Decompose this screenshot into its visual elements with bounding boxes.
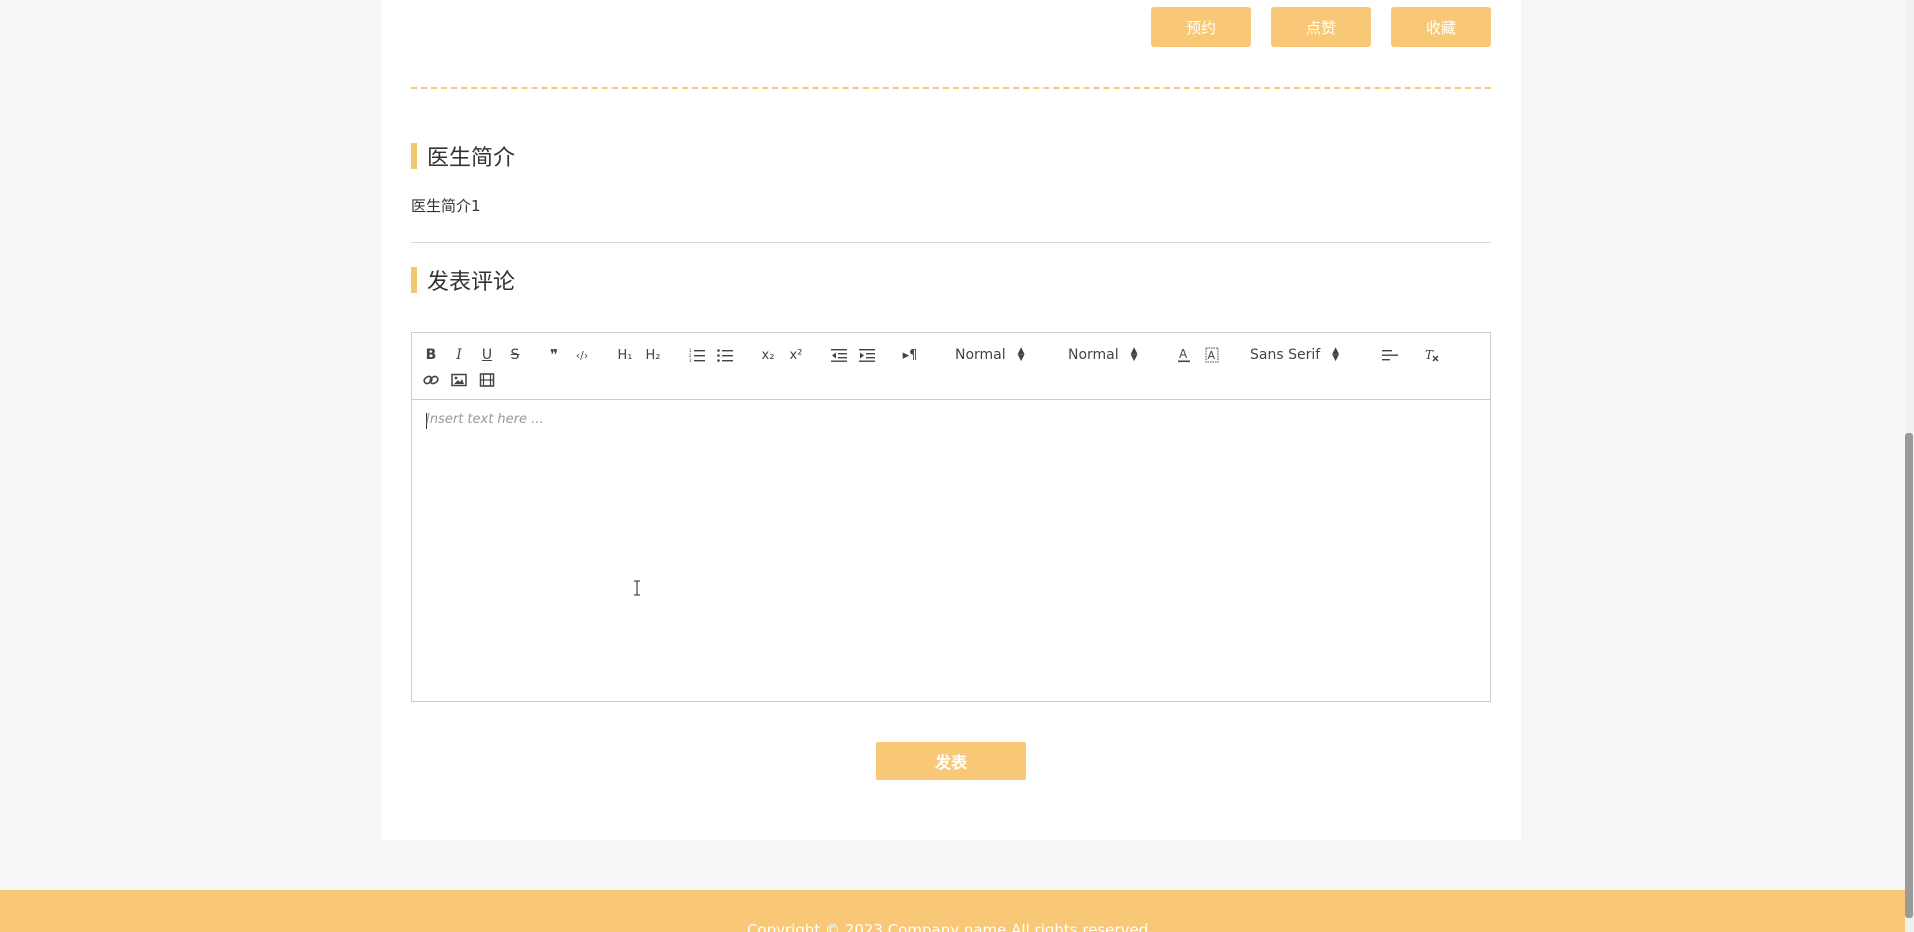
background-color-icon[interactable]: A	[1200, 344, 1224, 366]
svg-text:T: T	[1425, 348, 1434, 362]
intro-title-text: 医生简介	[427, 146, 516, 171]
select-arrows-icon: ▲ ▼	[1017, 346, 1025, 363]
dashed-divider	[411, 87, 1491, 89]
underline-button[interactable]: U	[475, 344, 499, 366]
image-icon[interactable]	[447, 369, 471, 391]
action-buttons: 预约 点赞 收藏	[1151, 7, 1491, 47]
copyright-text: Copyright © 2023 Company name All rights…	[746, 921, 1154, 932]
doctor-intro-content: 医生简介1	[411, 197, 481, 215]
subscript-button[interactable]: x₂	[756, 344, 780, 366]
section-divider	[411, 242, 1491, 243]
font-select[interactable]: Sans Serif ▲ ▼	[1250, 344, 1339, 366]
align-icon[interactable]	[1378, 344, 1402, 366]
header-select[interactable]: Normal ▲ ▼	[1068, 344, 1138, 366]
select-arrows-icon: ▲ ▼	[1332, 346, 1340, 363]
vertical-scrollbar[interactable]	[1905, 0, 1914, 932]
link-icon[interactable]	[419, 369, 443, 391]
ordered-list-icon[interactable]: 1 2 3	[685, 344, 709, 366]
svg-text:3: 3	[689, 358, 692, 362]
svg-text:A: A	[1179, 347, 1188, 361]
header-2-button[interactable]: H₂	[641, 344, 665, 366]
header-select-value: Normal	[1068, 347, 1119, 363]
scrollbar-thumb[interactable]	[1905, 433, 1913, 918]
title-accent-bar	[411, 267, 417, 293]
intro-section-title: 医生简介	[411, 143, 516, 171]
editor-placeholder: Insert text here ...	[426, 412, 544, 427]
page: 预约 点赞 收藏 医生简介 医生简介1 发表评论 B I U S ❞ ‹/› H…	[0, 0, 1914, 932]
submit-comment-button[interactable]: 发表	[876, 742, 1026, 780]
outdent-icon[interactable]	[827, 344, 851, 366]
video-icon[interactable]	[475, 369, 499, 391]
title-accent-bar	[411, 143, 417, 169]
font-select-value: Sans Serif	[1250, 347, 1321, 363]
rich-text-editor: B I U S ❞ ‹/› H₁ H₂ 1 2 3 x₂ x² ▸¶ Norma…	[411, 332, 1491, 702]
text-color-icon[interactable]: A	[1172, 344, 1196, 366]
editor-toolbar: B I U S ❞ ‹/› H₁ H₂ 1 2 3 x₂ x² ▸¶ Norma…	[412, 333, 1490, 400]
text-direction-button[interactable]: ▸¶	[898, 344, 922, 366]
editor-content-area[interactable]: Insert text here ...	[412, 400, 1490, 701]
blockquote-button[interactable]: ❞	[542, 344, 566, 366]
select-arrows-icon: ▲ ▼	[1130, 346, 1138, 363]
strike-button[interactable]: S	[503, 344, 527, 366]
text-cursor-icon	[632, 580, 642, 596]
clear-format-icon[interactable]: T	[1420, 344, 1444, 366]
comment-section-title: 发表评论	[411, 267, 516, 295]
italic-button[interactable]: I	[447, 344, 471, 366]
size-select-value: Normal	[955, 347, 1006, 363]
bold-button[interactable]: B	[419, 344, 443, 366]
header-1-button[interactable]: H₁	[613, 344, 637, 366]
comment-title-text: 发表评论	[427, 270, 516, 295]
like-button[interactable]: 点赞	[1271, 7, 1371, 47]
code-block-button[interactable]: ‹/›	[570, 344, 594, 366]
superscript-button[interactable]: x²	[784, 344, 808, 366]
size-select[interactable]: Normal ▲ ▼	[955, 344, 1025, 366]
svg-text:A: A	[1208, 349, 1216, 362]
indent-icon[interactable]	[855, 344, 879, 366]
reserve-button[interactable]: 预约	[1151, 7, 1251, 47]
footer: Copyright © 2023 Company name All rights…	[0, 890, 1914, 932]
favorite-button[interactable]: 收藏	[1391, 7, 1491, 47]
doctor-detail-card: 预约 点赞 收藏 医生简介 医生简介1 发表评论 B I U S ❞ ‹/› H…	[381, 0, 1521, 840]
bullet-list-icon[interactable]	[713, 344, 737, 366]
